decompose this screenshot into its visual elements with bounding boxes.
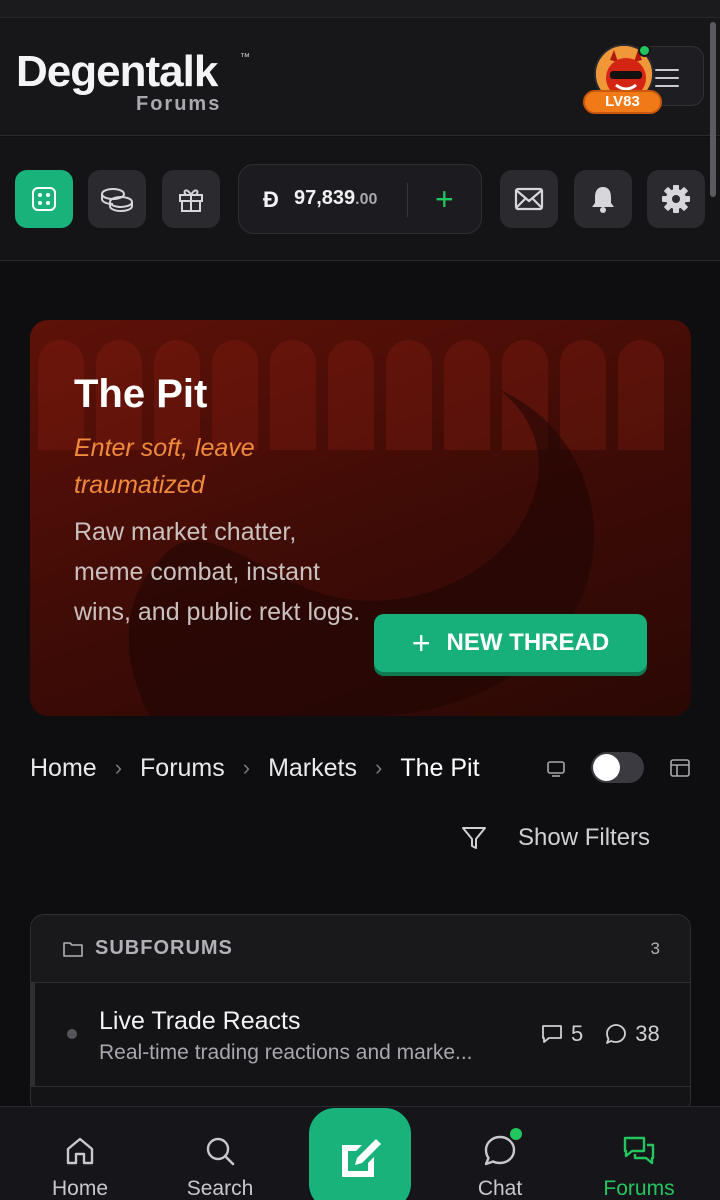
chat-notification-dot xyxy=(508,1126,524,1142)
post-count: 38 xyxy=(605,1021,660,1047)
chevron-right-icon: › xyxy=(242,755,251,780)
show-filters-label: Show Filters xyxy=(518,824,651,851)
monitor-icon[interactable] xyxy=(546,760,566,783)
chevron-right-icon: › xyxy=(374,755,383,780)
subforum-stats: 5 38 xyxy=(541,1021,660,1047)
logo-wordmark: Degentalk xyxy=(16,47,218,96)
nav-home-label: Home xyxy=(51,1177,109,1200)
show-filters-button[interactable]: Show Filters xyxy=(460,824,650,852)
nav-chat[interactable]: Chat xyxy=(445,1133,555,1200)
messages-button[interactable] xyxy=(500,170,558,228)
subforums-header[interactable]: SUBFORUMS 3 xyxy=(31,915,690,983)
threads-icon xyxy=(542,1025,562,1043)
site-logo[interactable]: Degentalk ™ Forums xyxy=(16,47,250,116)
online-status-dot xyxy=(638,44,651,57)
logo-subtitle: Forums xyxy=(136,93,222,115)
breadcrumb-markets[interactable]: Markets xyxy=(268,754,357,783)
settings-button[interactable] xyxy=(647,170,705,228)
forum-hero-banner: The Pit Enter soft, leave traumatized Ra… xyxy=(30,320,691,716)
notifications-button[interactable] xyxy=(574,170,632,228)
level-badge: LV83 xyxy=(583,90,662,114)
nav-forums[interactable]: Forums xyxy=(584,1133,694,1200)
gift-icon xyxy=(179,189,203,212)
nav-home[interactable]: Home xyxy=(25,1133,135,1200)
coins-icon xyxy=(101,188,133,213)
scrollbar[interactable] xyxy=(710,22,716,197)
wallet-amount-whole: 97,839 xyxy=(294,187,356,209)
wallet-balance[interactable]: Đ 97,839.00 + xyxy=(238,164,482,234)
breadcrumb-forums[interactable]: Forums xyxy=(140,754,225,783)
coins-button[interactable] xyxy=(88,170,146,228)
thread-count: 5 xyxy=(541,1021,583,1047)
subforum-description: Real-time trading reactions and marke... xyxy=(99,1041,473,1064)
forums-icon xyxy=(623,1136,655,1165)
compose-button[interactable] xyxy=(309,1108,411,1200)
filter-icon xyxy=(462,827,486,849)
subforum-name: Live Trade Reacts xyxy=(99,1007,301,1035)
unread-dot xyxy=(67,1029,77,1039)
forum-description: Raw market chatter, meme combat, instant… xyxy=(74,518,361,626)
quick-toolbar: Đ 97,839.00 + xyxy=(0,137,720,261)
plus-icon: + xyxy=(411,624,431,661)
home-icon xyxy=(66,1137,94,1165)
subforums-title: SUBFORUMS xyxy=(95,937,233,959)
post-count-value: 38 xyxy=(635,1021,660,1046)
nav-search-label: Search xyxy=(186,1177,254,1200)
new-thread-label: NEW THREAD xyxy=(446,629,610,656)
breadcrumb-current: The Pit xyxy=(400,753,480,782)
hamburger-icon xyxy=(655,69,679,87)
forum-title: The Pit xyxy=(74,372,208,416)
wallet-divider xyxy=(407,183,408,217)
subforums-count: 3 xyxy=(650,939,660,958)
breadcrumb-home[interactable]: Home xyxy=(30,754,97,783)
nav-forums-label: Forums xyxy=(603,1177,675,1200)
add-funds-icon[interactable]: + xyxy=(435,183,454,215)
forum-tagline: Enter soft, leave traumatized xyxy=(74,434,255,499)
dice-icon xyxy=(32,187,56,211)
currency-symbol: Đ xyxy=(263,187,279,212)
toggle-knob xyxy=(593,754,620,781)
bell-icon xyxy=(592,187,614,213)
layout-toggle[interactable] xyxy=(591,752,644,783)
compose-pencil-icon xyxy=(342,1139,381,1177)
nav-chat-label: Chat xyxy=(477,1177,523,1200)
logo-trademark: ™ xyxy=(240,52,250,63)
wallet-amount: 97,839.00 xyxy=(294,187,377,210)
nav-search[interactable]: Search xyxy=(165,1133,275,1200)
breadcrumb: Home › Forums › Markets › The Pit xyxy=(30,752,480,784)
gear-icon xyxy=(662,185,690,213)
folder-icon xyxy=(63,942,83,957)
search-icon xyxy=(206,1137,235,1166)
chevron-right-icon: › xyxy=(114,755,123,780)
gift-button[interactable] xyxy=(162,170,220,228)
envelope-icon xyxy=(514,187,544,211)
comment-icon xyxy=(606,1024,627,1044)
layout-panel-icon[interactable] xyxy=(669,758,691,783)
subforum-item[interactable]: Live Trade Reacts Real-time trading reac… xyxy=(31,983,690,1087)
thread-count-value: 5 xyxy=(571,1021,584,1046)
status-strip xyxy=(0,0,720,18)
dice-games-button[interactable] xyxy=(15,170,73,228)
subforums-panel: SUBFORUMS 3 Live Trade Reacts Real-time … xyxy=(30,914,691,1114)
wallet-amount-decimal: .00 xyxy=(355,191,378,208)
new-thread-button[interactable]: + NEW THREAD xyxy=(374,614,647,672)
